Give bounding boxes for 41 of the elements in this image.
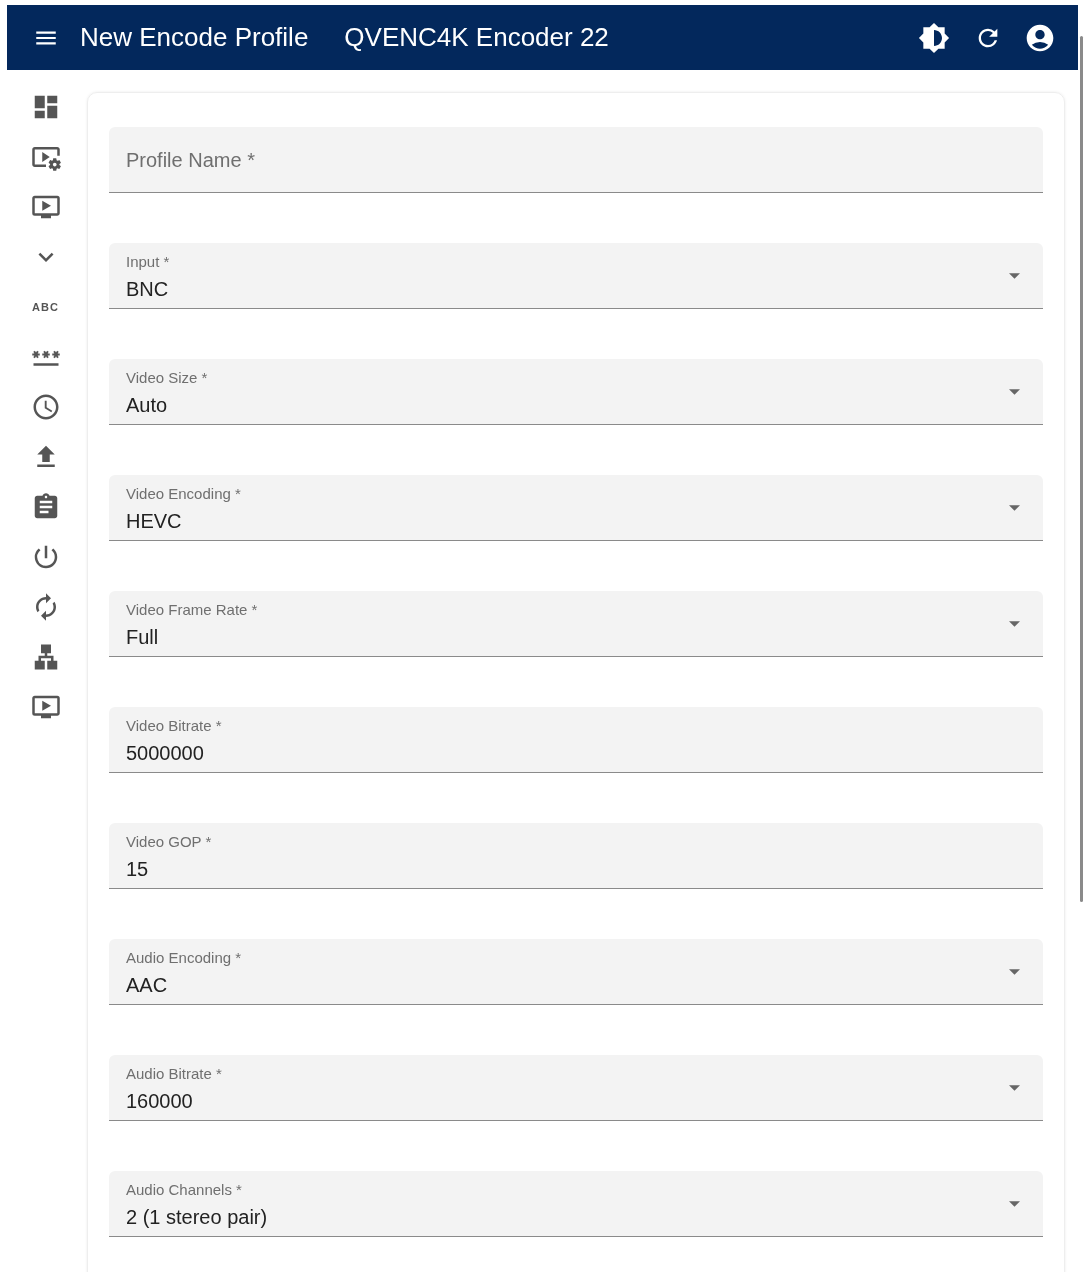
input-field[interactable]: Video GOP * 15: [109, 823, 1043, 889]
select-field[interactable]: Input * BNC: [109, 243, 1043, 309]
brightness-icon[interactable]: [918, 21, 950, 54]
field-value: 160000: [126, 1089, 194, 1114]
field-value: BNC: [126, 277, 170, 302]
dropdown-caret-icon: [1009, 1200, 1020, 1207]
field-label: Video Frame Rate *: [126, 601, 259, 619]
dropdown-caret-icon: [1009, 272, 1020, 279]
select-field[interactable]: Audio Channels * 2 (1 stereo pair): [109, 1171, 1043, 1237]
dropdown-caret-icon: [1009, 968, 1020, 975]
field-label: Video GOP *: [126, 833, 213, 851]
field-label: Input *: [126, 253, 171, 271]
dropdown-caret-icon: [1009, 620, 1020, 627]
field-placeholder: Profile Name *: [126, 147, 255, 173]
abc-text-icon[interactable]: ABC: [32, 292, 59, 322]
field-label: Audio Bitrate *: [126, 1065, 223, 1083]
device-name: QVENC4K Encoder 22: [344, 21, 609, 54]
field-value: Full: [126, 625, 160, 650]
scrollbar[interactable]: [1080, 36, 1083, 902]
field-label: Audio Encoding *: [126, 949, 243, 967]
field-label: Video Bitrate *: [126, 717, 223, 735]
select-field[interactable]: Audio Encoding * AAC: [109, 939, 1043, 1005]
field-value: Auto: [126, 393, 169, 418]
field-label: Video Size *: [126, 369, 209, 387]
field-value: 2 (1 stereo pair): [126, 1205, 269, 1230]
field-value: AAC: [126, 973, 169, 998]
field-value: 5000000: [126, 741, 205, 766]
select-field[interactable]: Video Encoding * HEVC: [109, 475, 1043, 541]
input-field[interactable]: Video Bitrate * 5000000: [109, 707, 1043, 773]
input-field[interactable]: Profile Name *: [109, 127, 1043, 193]
select-field[interactable]: Video Frame Rate * Full: [109, 591, 1043, 657]
field-label: Video Encoding *: [126, 485, 242, 503]
field-value: HEVC: [126, 509, 183, 534]
dropdown-caret-icon: [1009, 1084, 1020, 1091]
field-label: Audio Channels *: [126, 1181, 243, 1199]
dropdown-caret-icon: [1009, 388, 1020, 395]
dropdown-caret-icon: [1009, 504, 1020, 511]
field-value: 15: [126, 857, 150, 882]
select-field[interactable]: Audio Bitrate * 160000: [109, 1055, 1043, 1121]
page-title: New Encode Profile: [80, 21, 309, 54]
select-field[interactable]: Video Size * Auto: [109, 359, 1043, 425]
